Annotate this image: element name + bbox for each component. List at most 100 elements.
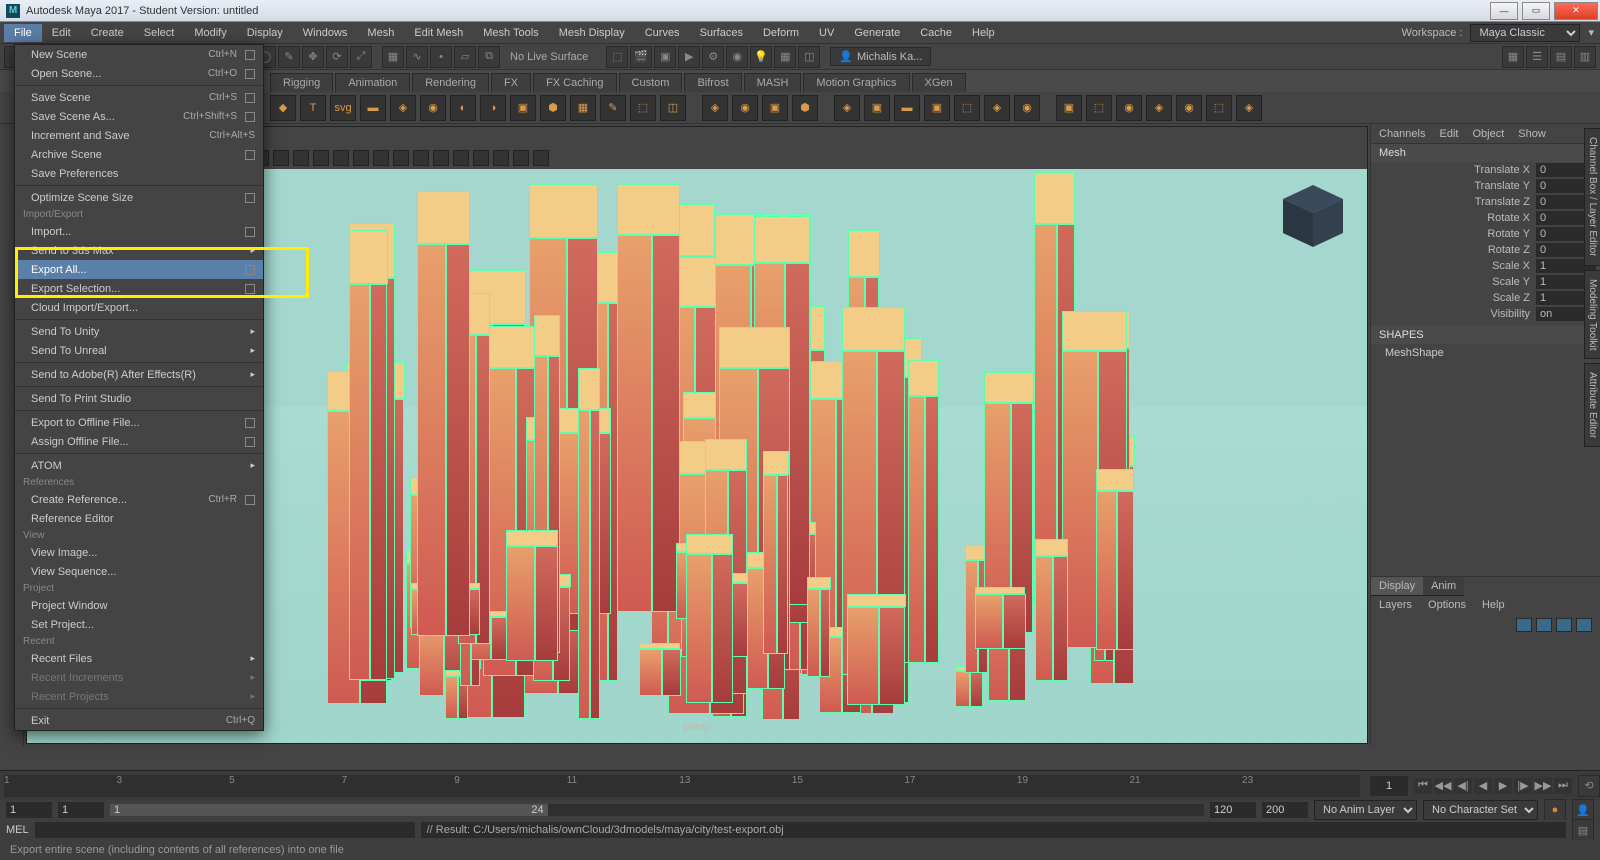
option-box-icon[interactable] [245, 112, 255, 122]
file-menu-save-preferences[interactable]: Save Preferences [15, 164, 263, 183]
range-end-field[interactable]: 200 [1262, 802, 1308, 818]
file-menu-send-to-print-studio[interactable]: Send To Print Studio [15, 389, 263, 408]
panel-layout-button[interactable]: ▦ [774, 46, 796, 68]
autokey-button[interactable]: ● [1544, 799, 1566, 821]
menu-item-file[interactable]: File [4, 24, 42, 42]
shelf-button-25[interactable]: ▣ [1056, 95, 1082, 121]
range-slider-track[interactable]: 124 [110, 804, 1204, 816]
option-box-icon[interactable] [245, 495, 255, 505]
render-settings-button[interactable]: ⚙ [702, 46, 724, 68]
script-type-label[interactable]: MEL [6, 824, 29, 836]
outliner-icon[interactable]: ☰ [1526, 46, 1548, 68]
channelbox-menu-edit[interactable]: Edit [1439, 128, 1458, 140]
channelbox-menu-show[interactable]: Show [1518, 128, 1546, 140]
shelf-button-12[interactable]: ⬚ [630, 95, 656, 121]
workspace-select[interactable]: Maya Classic [1470, 24, 1580, 42]
viewport-icon-25[interactable] [533, 150, 549, 166]
file-menu-view-image[interactable]: View Image... [15, 543, 263, 562]
command-input[interactable] [35, 822, 415, 838]
layer-new-icon[interactable] [1576, 618, 1592, 632]
file-menu-create-reference[interactable]: Create Reference...Ctrl+R [15, 490, 263, 509]
shelf-button-29[interactable]: ◉ [1176, 95, 1202, 121]
shelf-button-10[interactable]: ▦ [570, 95, 596, 121]
attribute-editor-toggle-icon[interactable]: ▥ [1574, 46, 1596, 68]
shelf-button-20[interactable]: ▬ [894, 95, 920, 121]
shelf-button-16[interactable]: ▣ [762, 95, 788, 121]
shelf-tab-fx[interactable]: FX [491, 73, 531, 92]
option-box-icon[interactable] [245, 437, 255, 447]
character-set-select[interactable]: No Character Set [1423, 800, 1538, 820]
menu-item-mesh-tools[interactable]: Mesh Tools [473, 24, 548, 42]
option-box-icon[interactable] [245, 50, 255, 60]
workspace-settings-icon[interactable]: ▾ [1588, 26, 1594, 39]
ipr-button[interactable]: ▶ [678, 46, 700, 68]
shelf-tab-xgen[interactable]: XGen [912, 73, 966, 92]
step-back-key-button[interactable]: ◀◀ [1434, 778, 1452, 794]
file-menu-send-to-unity[interactable]: Send To Unity▸ [15, 322, 263, 341]
shelf-tab-bifrost[interactable]: Bifrost [684, 73, 741, 92]
viewport-icon-14[interactable] [313, 150, 329, 166]
construction-history-button[interactable]: ⬚ [606, 46, 628, 68]
viewport-icon-18[interactable] [393, 150, 409, 166]
maximize-button[interactable]: ▭ [1522, 2, 1550, 20]
menu-item-select[interactable]: Select [134, 24, 185, 42]
file-menu-export-all[interactable]: Export All... [15, 260, 263, 279]
shelf-button-24[interactable]: ◉ [1014, 95, 1040, 121]
shelf-button-0[interactable]: ◆ [270, 95, 296, 121]
menu-item-cache[interactable]: Cache [910, 24, 962, 42]
channelbox-toggle-icon[interactable]: ▤ [1550, 46, 1572, 68]
layer-template-icon[interactable] [1556, 618, 1572, 632]
option-box-icon[interactable] [245, 150, 255, 160]
viewport-icon-17[interactable] [373, 150, 389, 166]
file-menu-atom[interactable]: ATOM▸ [15, 456, 263, 475]
file-menu-optimize-scene-size[interactable]: Optimize Scene Size [15, 188, 263, 207]
menu-item-help[interactable]: Help [962, 24, 1005, 42]
shelf-button-26[interactable]: ⬚ [1086, 95, 1112, 121]
viewport-icon-22[interactable] [473, 150, 489, 166]
viewport-icon-12[interactable] [273, 150, 289, 166]
script-editor-button[interactable]: ▤ [1572, 819, 1594, 841]
option-box-icon[interactable] [245, 418, 255, 428]
loop-button[interactable]: ⟲ [1578, 775, 1600, 797]
viewport-icon-15[interactable] [333, 150, 349, 166]
shelf-button-28[interactable]: ◈ [1146, 95, 1172, 121]
snap-grid-button[interactable]: ▦ [382, 46, 404, 68]
shelf-button-14[interactable]: ◈ [702, 95, 728, 121]
shelf-button-2[interactable]: svg [330, 95, 356, 121]
option-box-icon[interactable] [245, 93, 255, 103]
menu-item-mesh[interactable]: Mesh [357, 24, 404, 42]
channelbox-menu-object[interactable]: Object [1472, 128, 1504, 140]
option-box-icon[interactable] [245, 193, 255, 203]
file-menu-cloud-import-export[interactable]: Cloud Import/Export... [15, 298, 263, 317]
toolbox-icon[interactable]: ▦ [1502, 46, 1524, 68]
menu-item-edit[interactable]: Edit [42, 24, 81, 42]
go-to-end-button[interactable]: ⏭ [1554, 778, 1572, 794]
close-button[interactable]: ✕ [1554, 2, 1598, 20]
go-to-start-button[interactable]: ⏮ [1414, 778, 1432, 794]
menu-item-surfaces[interactable]: Surfaces [690, 24, 753, 42]
file-menu-increment-and-save[interactable]: Increment and SaveCtrl+Alt+S [15, 126, 263, 145]
file-menu-send-to-adobe-r-after-effects-r[interactable]: Send to Adobe(R) After Effects(R)▸ [15, 365, 263, 384]
play-back-button[interactable]: ◀ [1474, 778, 1492, 794]
viewcube-icon[interactable] [1273, 177, 1353, 257]
file-menu-send-to-unreal[interactable]: Send To Unreal▸ [15, 341, 263, 360]
anim-layer-select[interactable]: No Anim Layer [1314, 800, 1417, 820]
current-frame-field[interactable]: 1 [1370, 776, 1408, 796]
file-menu-new-scene[interactable]: New SceneCtrl+N [15, 45, 263, 64]
file-menu-open-scene[interactable]: Open Scene...Ctrl+O [15, 64, 263, 83]
shelf-button-6[interactable]: ◐ [450, 95, 476, 121]
layer-tab-anim[interactable]: Anim [1423, 577, 1464, 596]
shelf-tab-motion-graphics[interactable]: Motion Graphics [803, 73, 909, 92]
shelf-button-31[interactable]: ◈ [1236, 95, 1262, 121]
shelf-button-11[interactable]: ✎ [600, 95, 626, 121]
playback-end-field[interactable]: 120 [1210, 802, 1256, 818]
step-forward-button[interactable]: |▶ [1514, 778, 1532, 794]
play-forward-button[interactable]: ▶ [1494, 778, 1512, 794]
menu-item-edit-mesh[interactable]: Edit Mesh [404, 24, 473, 42]
file-menu-archive-scene[interactable]: Archive Scene [15, 145, 263, 164]
shelf-button-1[interactable]: T [300, 95, 326, 121]
file-menu-export-selection[interactable]: Export Selection... [15, 279, 263, 298]
option-box-icon[interactable] [245, 69, 255, 79]
minimize-button[interactable]: — [1490, 2, 1518, 20]
file-menu-import[interactable]: Import... [15, 222, 263, 241]
